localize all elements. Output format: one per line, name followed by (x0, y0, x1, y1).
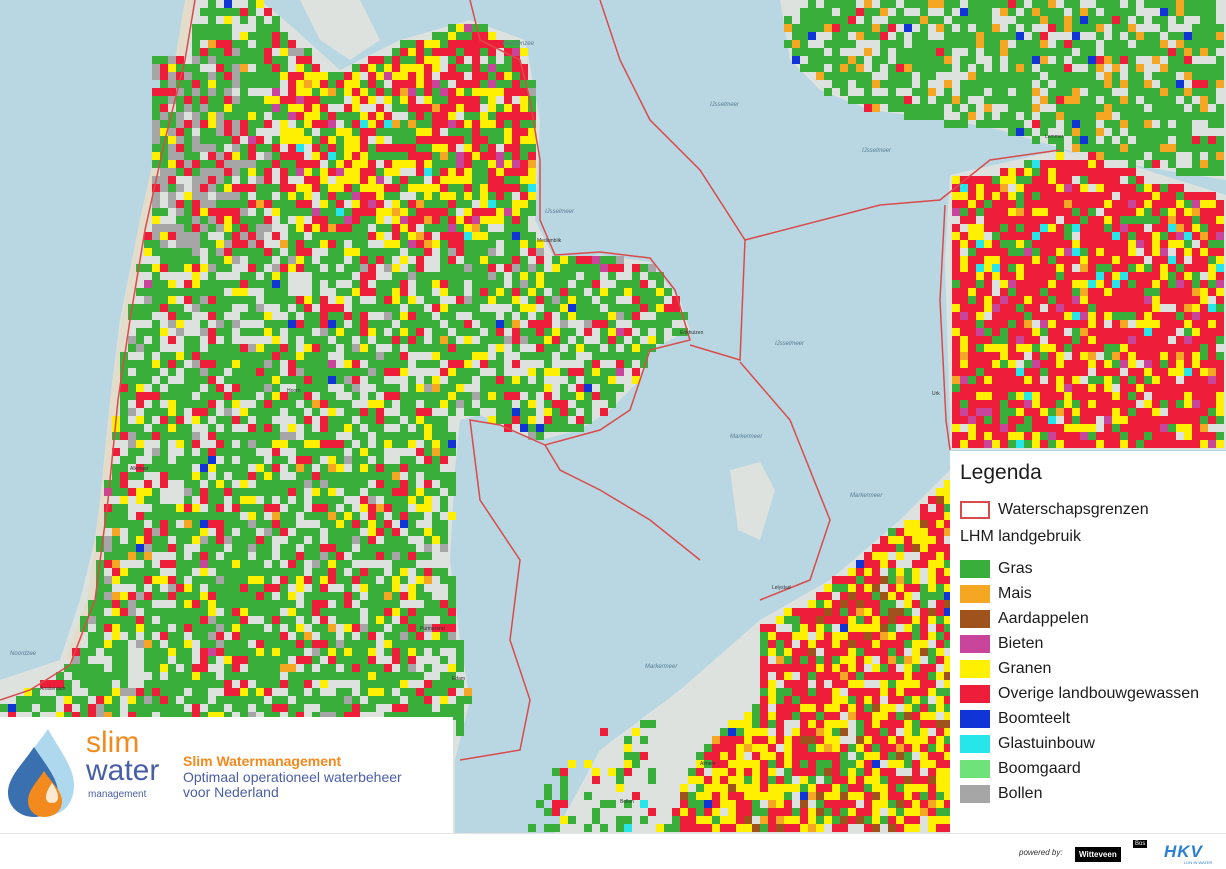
city-label: Lemmer (1045, 134, 1064, 140)
legend-swatch (960, 634, 990, 653)
city-label: Amsterdam (40, 686, 66, 692)
powered-by-text: powered by: (1019, 848, 1063, 857)
legend-item: Mais (960, 581, 1216, 606)
legend-item: Boomteelt (960, 706, 1216, 731)
legend-item: Glastuinbouw (960, 731, 1216, 756)
legend-subtitle: LHM landgebruik (960, 528, 1081, 545)
legend-boundary-swatch (960, 500, 990, 519)
city-label: Urk (932, 391, 940, 397)
witteveen-logo-text: Witteveen (1075, 847, 1121, 862)
city-label: Enkhuizen (680, 330, 704, 336)
map-label-ijsselmeer: IJsselmeer (775, 341, 805, 347)
legend-item: Bieten (960, 631, 1216, 656)
city-label: Lelystad (772, 585, 791, 591)
map-label-markermeer: Markermeer (730, 434, 763, 440)
city-label: Purmerend (420, 626, 445, 632)
legend-item-label: Bieten (998, 634, 1044, 652)
legend-title: Legenda (960, 461, 1042, 484)
legend-item-label: Boomgaard (998, 759, 1081, 777)
project-subtitle-line2: voor Nederland (183, 784, 279, 800)
legend-swatch (960, 584, 990, 603)
legend-swatch (960, 659, 990, 678)
legend-item: Bollen (960, 781, 1216, 806)
footer: powered by: Witteveen Bos HKV LIJN IN WA… (0, 833, 1226, 869)
legend-item: Overige landbouwgewassen (960, 681, 1216, 706)
legend-swatch (960, 759, 990, 778)
logo-wordmark: slim water management (86, 726, 166, 801)
hkv-logo: HKV (1164, 842, 1203, 861)
logo-word-management: management (88, 789, 147, 800)
map-label-ijsselmeer: IJsselmeer (862, 148, 892, 154)
map-label-ijsselmeer: IJsselmeer (545, 209, 575, 215)
city-label: Medemblik (537, 238, 562, 244)
project-subtitle-line1: Optimaal operationeel waterbeheer (183, 769, 402, 785)
map-label-noordzee: Noordzee (10, 651, 37, 657)
legend-item: Boomgaard (960, 756, 1216, 781)
legend-items: Gras Mais Aardappelen Bieten Granen Overige l… (960, 556, 1216, 806)
legend-item-label: Gras (998, 559, 1033, 577)
map-label-ijsselmeer: IJsselmeer (710, 102, 740, 108)
witteveen-bos-logo: Witteveen Bos (1075, 840, 1148, 862)
legend-item: Granen (960, 656, 1216, 681)
legend-item-label: Aardappelen (998, 609, 1089, 627)
legend-swatch (960, 559, 990, 578)
logo-panel: slim water management Slim Watermanageme… (0, 717, 453, 833)
city-label: Hoorn (287, 388, 301, 394)
legend-swatch (960, 784, 990, 803)
legend-item-label: Glastuinbouw (998, 734, 1095, 752)
project-title: Slim Watermanagement (183, 753, 342, 769)
city-label: Bollen (620, 799, 634, 805)
city-label: Alkmaar (130, 466, 149, 472)
legend-item-label: Boomteelt (998, 709, 1071, 727)
legend-swatch (960, 609, 990, 628)
logo-word-water: water (86, 754, 160, 787)
legend-item-label: Mais (998, 584, 1032, 602)
logo-word-slim: slim (86, 726, 140, 759)
project-description: Slim Watermanagement Optimaal operatione… (183, 753, 402, 800)
water-drop-logo-icon (8, 729, 74, 817)
legend-swatch (960, 709, 990, 728)
legend-item: Aardappelen (960, 606, 1216, 631)
map-label-markermeer: Markermeer (850, 493, 883, 499)
legend-item-label: Bollen (998, 784, 1043, 802)
legend-boundary-label: Waterschapsgrenzen (998, 500, 1149, 518)
legend-item-label: Overige landbouwgewassen (998, 684, 1200, 702)
legend-swatch (960, 734, 990, 753)
map-legend: Legenda Waterschapsgrenzen LHM landgebru… (950, 451, 1226, 833)
city-label: Almere (700, 761, 716, 767)
hkv-logo-tagline: LIJN IN WATER (1184, 860, 1213, 865)
map-label-markermeer: Markermeer (645, 664, 678, 670)
legend-item: Gras (960, 556, 1216, 581)
city-label: Edam (452, 676, 465, 682)
legend-swatch (960, 684, 990, 703)
map-label-waddenzee: Waddenzee (502, 41, 535, 47)
legend-item-waterschapsgrenzen: Waterschapsgrenzen (960, 497, 1216, 522)
legend-item-label: Granen (998, 659, 1052, 677)
bos-logo-text: Bos (1133, 840, 1148, 848)
